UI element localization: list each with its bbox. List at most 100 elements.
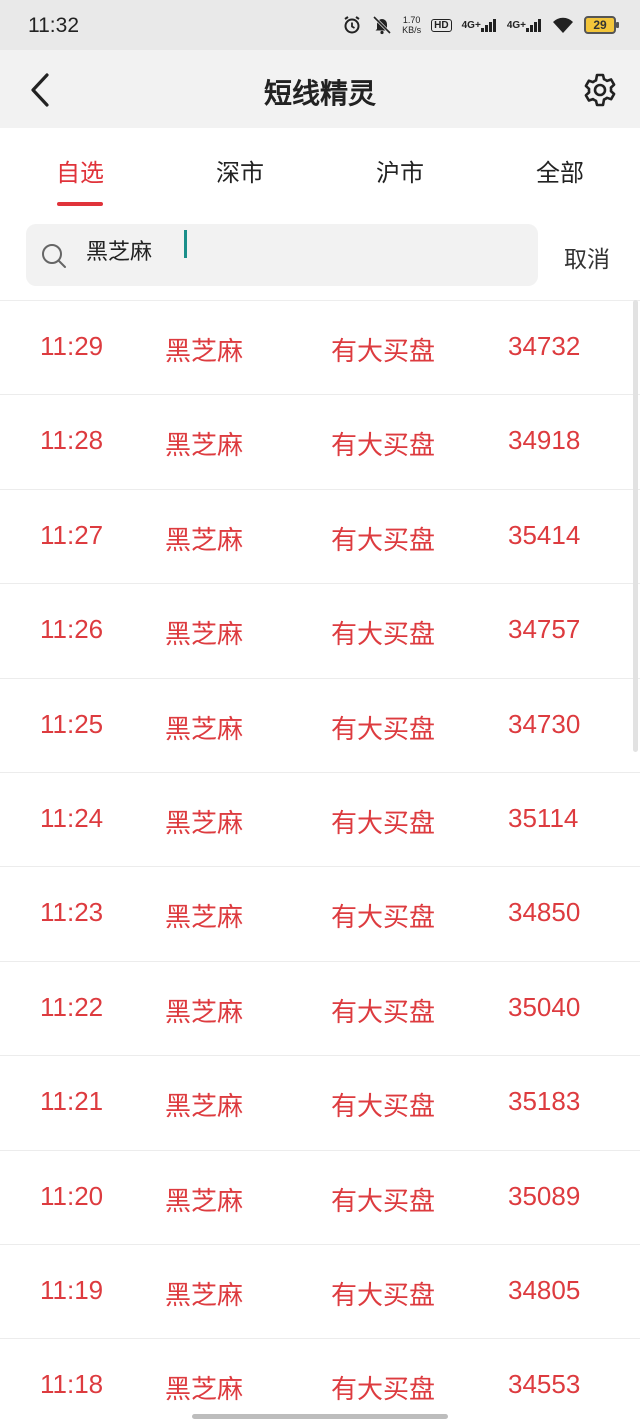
list-item[interactable]: 11:27 黑芝麻 有大买盘 35414 bbox=[0, 490, 640, 585]
battery-icon: 29 bbox=[584, 16, 619, 34]
row-time: 11:18 bbox=[40, 1369, 104, 1400]
tab-label: 自选 bbox=[56, 159, 104, 187]
tab-label: 深市 bbox=[216, 159, 264, 187]
page-title: 短线精灵 bbox=[263, 77, 376, 110]
list-item[interactable]: 11:28 黑芝麻 有大买盘 34918 bbox=[0, 395, 640, 490]
tab-watchlist[interactable]: 自选 bbox=[0, 128, 160, 208]
cancel-button[interactable]: 取消 bbox=[564, 240, 610, 274]
status-time: 11:32 bbox=[28, 14, 79, 37]
row-time: 11:20 bbox=[40, 1180, 104, 1211]
home-indicator[interactable] bbox=[192, 1414, 448, 1419]
network-speed-value: 1.70 bbox=[402, 15, 421, 25]
row-stock-name: 黑芝麻 bbox=[165, 1186, 244, 1217]
row-time: 11:28 bbox=[40, 425, 104, 456]
row-time: 11:25 bbox=[40, 708, 104, 739]
row-time: 11:27 bbox=[40, 519, 104, 550]
tab-shenzhen[interactable]: 深市 bbox=[160, 128, 320, 208]
row-time: 11:19 bbox=[40, 1274, 104, 1305]
row-signal: 有大买盘 bbox=[331, 525, 436, 556]
hd-icon: HD bbox=[431, 18, 452, 32]
signal-sim2-icon: 4G+ bbox=[507, 18, 542, 32]
mute-bell-icon bbox=[372, 15, 392, 35]
active-tab-indicator bbox=[57, 202, 103, 206]
row-signal: 有大买盘 bbox=[331, 903, 436, 934]
list-item[interactable]: 11:25 黑芝麻 有大买盘 34730 bbox=[0, 679, 640, 773]
row-signal: 有大买盘 bbox=[331, 431, 436, 462]
tab-shanghai[interactable]: 沪市 bbox=[320, 128, 480, 208]
row-time: 11:24 bbox=[40, 802, 104, 833]
search-icon bbox=[42, 244, 66, 268]
list-item[interactable]: 11:22 黑芝麻 有大买盘 35040 bbox=[0, 962, 640, 1057]
wifi-icon bbox=[552, 16, 574, 34]
list-item[interactable]: 11:20 黑芝麻 有大买盘 35089 bbox=[0, 1151, 640, 1245]
row-time: 11:29 bbox=[40, 331, 104, 361]
row-stock-name: 黑芝麻 bbox=[165, 997, 244, 1028]
row-signal: 有大买盘 bbox=[331, 808, 436, 839]
row-time: 11:21 bbox=[40, 1086, 104, 1117]
row-stock-name: 黑芝麻 bbox=[165, 431, 244, 462]
row-signal: 有大买盘 bbox=[331, 620, 436, 651]
row-signal: 有大买盘 bbox=[331, 997, 436, 1028]
search-box[interactable] bbox=[26, 224, 538, 286]
list-item[interactable]: 11:19 黑芝麻 有大买盘 34805 bbox=[0, 1245, 640, 1340]
row-time: 11:26 bbox=[40, 614, 104, 645]
row-volume: 35040 bbox=[508, 991, 581, 1022]
tab-all[interactable]: 全部 bbox=[480, 128, 640, 208]
list-item[interactable]: 11:26 黑芝麻 有大买盘 34757 bbox=[0, 584, 640, 679]
row-stock-name: 黑芝麻 bbox=[165, 1280, 244, 1311]
status-bar: 11:32 1.70 KB/s HD 4G+ 4G+ 29 bbox=[0, 0, 640, 50]
row-signal: 有大买盘 bbox=[331, 714, 436, 745]
row-volume: 34757 bbox=[508, 614, 581, 645]
row-volume: 34918 bbox=[508, 425, 581, 456]
list-item[interactable]: 11:29 黑芝麻 有大买盘 34732 bbox=[0, 301, 640, 396]
row-volume: 34730 bbox=[508, 708, 581, 739]
row-stock-name: 黑芝麻 bbox=[165, 337, 244, 367]
settings-button[interactable] bbox=[580, 70, 620, 110]
row-stock-name: 黑芝麻 bbox=[165, 525, 244, 556]
row-volume: 34732 bbox=[508, 331, 581, 361]
row-volume: 35114 bbox=[508, 802, 579, 833]
list-item[interactable]: 11:23 黑芝麻 有大买盘 34850 bbox=[0, 867, 640, 962]
row-stock-name: 黑芝麻 bbox=[165, 903, 244, 934]
row-stock-name: 黑芝麻 bbox=[165, 714, 244, 745]
row-volume: 35414 bbox=[508, 519, 581, 550]
row-signal: 有大买盘 bbox=[331, 337, 436, 367]
tab-label: 全部 bbox=[536, 159, 584, 187]
row-signal: 有大买盘 bbox=[331, 1186, 436, 1217]
row-signal: 有大买盘 bbox=[331, 1375, 436, 1406]
signal-list: 11:29 黑芝麻 有大买盘 34732 11:28 黑芝麻 有大买盘 34918 11:2… bbox=[0, 300, 640, 1422]
alarm-icon bbox=[342, 15, 362, 35]
list-scrollbar[interactable] bbox=[633, 300, 638, 752]
battery-level: 29 bbox=[593, 18, 607, 32]
sim1-label: 4G+ bbox=[461, 19, 481, 31]
row-stock-name: 黑芝麻 bbox=[165, 1375, 244, 1406]
signal-sim1-icon: 4G+ bbox=[462, 18, 497, 32]
app-header: 短线精灵 bbox=[0, 50, 640, 128]
row-volume: 34805 bbox=[508, 1274, 581, 1305]
text-caret bbox=[184, 230, 187, 258]
list-item[interactable]: 11:18 黑芝麻 有大买盘 34553 bbox=[0, 1339, 640, 1422]
row-volume: 35089 bbox=[508, 1180, 581, 1211]
network-speed: 1.70 KB/s bbox=[402, 15, 421, 35]
row-stock-name: 黑芝麻 bbox=[165, 620, 244, 651]
search-row: 取消 bbox=[0, 222, 640, 288]
row-signal: 有大买盘 bbox=[331, 1280, 436, 1311]
row-volume: 34850 bbox=[508, 897, 581, 928]
tab-label: 沪市 bbox=[376, 159, 424, 187]
row-signal: 有大买盘 bbox=[331, 1092, 436, 1123]
row-stock-name: 黑芝麻 bbox=[165, 808, 244, 839]
network-speed-unit: KB/s bbox=[402, 25, 422, 35]
row-stock-name: 黑芝麻 bbox=[165, 1092, 244, 1123]
list-item[interactable]: 11:21 黑芝麻 有大买盘 35183 bbox=[0, 1056, 640, 1151]
search-input[interactable] bbox=[86, 230, 506, 270]
gear-icon bbox=[584, 73, 616, 107]
status-icons: 1.70 KB/s HD 4G+ 4G+ 29 bbox=[342, 12, 619, 38]
list-item[interactable]: 11:24 黑芝麻 有大买盘 35114 bbox=[0, 773, 640, 868]
row-volume: 35183 bbox=[508, 1086, 581, 1117]
row-volume: 34553 bbox=[508, 1369, 581, 1400]
market-tabs: 自选 深市 沪市 全部 bbox=[0, 128, 640, 208]
row-time: 11:22 bbox=[40, 991, 104, 1022]
sim2-label: 4G+ bbox=[506, 19, 526, 31]
hd-label: HD bbox=[431, 18, 452, 32]
row-time: 11:23 bbox=[40, 897, 104, 928]
